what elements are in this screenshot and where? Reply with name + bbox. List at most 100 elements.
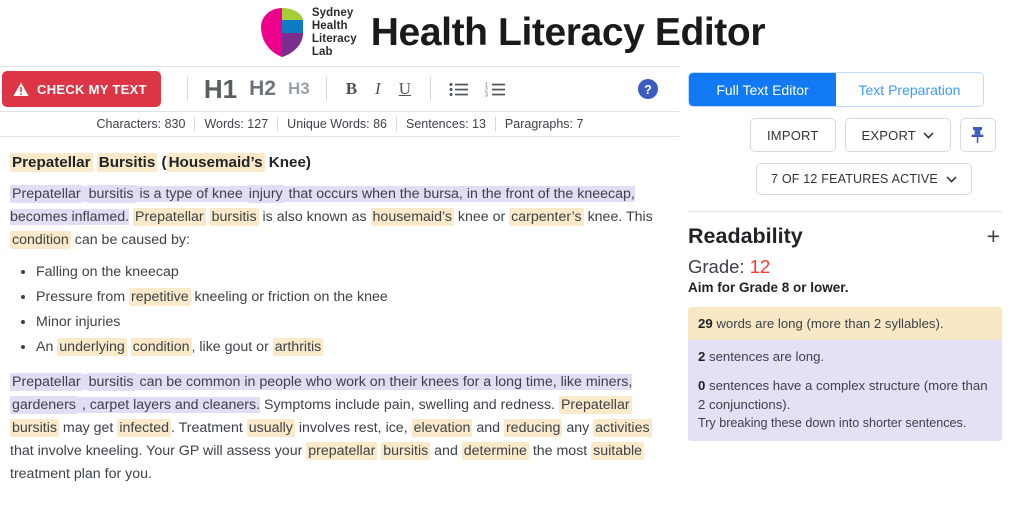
text-run: housemaid’s	[370, 208, 454, 227]
long-sentences-note: 2 sentences are long.	[698, 347, 992, 366]
text-run: (	[157, 154, 167, 171]
text-run: Bursitis	[96, 153, 158, 172]
pin-button[interactable]	[959, 118, 996, 152]
svg-text:3: 3	[485, 92, 488, 97]
complex-sentences-text: sentences have a complex structure (more…	[698, 377, 988, 412]
logo-line-4: Lab	[311, 45, 333, 58]
text-editor-area[interactable]: Prepatellar Bursitis (Housemaid’s Knee) …	[0, 137, 680, 486]
check-my-text-label: CHECK MY TEXT	[37, 81, 147, 97]
logo: Sydney Health Literacy Lab	[259, 6, 357, 60]
text-run: Housemaid’s	[166, 153, 265, 172]
logo-line-3: Literacy	[311, 33, 357, 45]
document-paragraph-2: Prepatellar bursitis can be common in pe…	[10, 371, 664, 486]
document-stats-bar: Characters: 830 Words: 127 Unique Words:…	[0, 112, 680, 137]
text-run: , like gout or	[191, 339, 273, 356]
page-title: Health Literacy Editor	[370, 11, 766, 54]
list-group: 1 2 3	[441, 82, 514, 98]
warning-triangle-icon	[13, 82, 29, 96]
text-run: gardeners	[10, 396, 78, 415]
text-run	[82, 186, 87, 203]
list-item: Falling on the kneecap	[36, 261, 664, 284]
side-panel: Full Text Editor Text Preparation IMPORT…	[680, 66, 1024, 442]
app-header: Sydney Health Literacy Lab Health Litera…	[0, 0, 1024, 66]
stat-sentences: Sentences: 13	[397, 117, 496, 131]
text-run: and	[472, 420, 504, 437]
text-run: bursitis	[86, 373, 136, 392]
text-run: bursitis	[209, 208, 259, 227]
editor-column: CHECK MY TEXT H1 H2 H3 B I U 1 2 3 ? Cha…	[0, 66, 680, 486]
stat-unique-words: Unique Words: 86	[278, 117, 397, 131]
svg-text:?: ?	[644, 83, 652, 97]
text-run: kneeling or friction on the knee	[190, 289, 388, 306]
text-run: arthritis	[272, 338, 324, 357]
text-run: prepatellar	[306, 442, 378, 461]
text-run: determine	[461, 442, 529, 461]
text-run: may get	[58, 420, 118, 437]
features-active-button[interactable]: 7 OF 12 FEATURES ACTIVE	[756, 163, 972, 195]
document-heading: Prepatellar Bursitis (Housemaid’s Knee)	[10, 151, 664, 175]
text-run: any	[562, 420, 594, 437]
sydney-health-literacy-lab-logo-icon	[260, 8, 303, 57]
text-run: injury	[246, 185, 285, 204]
stat-words: Words: 127	[195, 117, 279, 131]
text-run: knee. This	[583, 209, 653, 226]
italic-button[interactable]: I	[366, 79, 390, 99]
import-button[interactable]: IMPORT	[750, 118, 836, 152]
tab-text-preparation[interactable]: Text Preparation	[836, 73, 983, 106]
file-actions-row: IMPORT EXPORT	[688, 118, 1002, 152]
sentence-notes: 2 sentences are long. 0 sentences have a…	[688, 340, 1002, 442]
heading-group: H1 H2 H3	[198, 74, 316, 105]
main-layout: CHECK MY TEXT H1 H2 H3 B I U 1 2 3 ? Cha…	[0, 66, 1024, 486]
toolbar-divider-1	[186, 77, 188, 101]
text-run: treatment plan for you.	[10, 466, 152, 483]
export-button[interactable]: EXPORT	[844, 118, 951, 152]
text-run	[82, 374, 87, 391]
logo-line-1: Sydney	[311, 7, 354, 20]
text-run: Prepatellar	[10, 185, 83, 204]
check-my-text-button[interactable]: CHECK MY TEXT	[2, 71, 161, 107]
toolbar-divider-2	[325, 77, 327, 101]
text-run: underlying	[57, 338, 127, 357]
numbered-list-button[interactable]: 1 2 3	[477, 82, 514, 98]
bullet-list-icon	[449, 82, 468, 96]
heading-2-button[interactable]: H2	[243, 77, 282, 101]
editor-mode-tabs: Full Text Editor Text Preparation	[688, 72, 984, 107]
text-run: that involve kneeling. Your GP will asse…	[10, 443, 307, 460]
format-group: B I U	[337, 79, 420, 99]
readability-expand-button[interactable]: +	[985, 225, 1002, 248]
text-run: Prepatellar	[10, 153, 93, 172]
tab-full-text-editor[interactable]: Full Text Editor	[689, 73, 836, 106]
text-run: activities	[593, 419, 652, 438]
bullet-list-button[interactable]	[441, 82, 477, 97]
long-words-text: words are long (more than 2 syllables).	[712, 316, 944, 331]
text-run: involves rest, ice,	[294, 420, 412, 437]
import-label: IMPORT	[767, 127, 819, 143]
long-words-note: 29 words are long (more than 2 syllables…	[688, 307, 1002, 341]
help-button[interactable]: ?	[638, 79, 658, 99]
heading-1-button[interactable]: H1	[198, 74, 243, 105]
bold-button[interactable]: B	[337, 79, 366, 99]
text-run: the most	[528, 443, 592, 460]
list-item: Pressure from repetitive kneeling or fri…	[36, 286, 664, 309]
underline-button[interactable]: U	[390, 79, 420, 99]
text-run: bursitis	[86, 185, 136, 204]
text-run: suitable	[591, 442, 645, 461]
text-run: can be caused by:	[70, 232, 190, 249]
grade-value: 12	[749, 256, 771, 277]
help-circle-icon: ?	[638, 79, 658, 99]
editor-toolbar: CHECK MY TEXT H1 H2 H3 B I U 1 2 3 ?	[0, 66, 680, 112]
text-run: Knee)	[264, 154, 311, 171]
chevron-down-icon	[946, 175, 957, 183]
text-run: Symptoms include pain, swelling and redn…	[260, 397, 559, 414]
grade-aim-text: Aim for Grade 8 or lower.	[688, 280, 849, 295]
heading-3-button[interactable]: H3	[282, 79, 316, 99]
text-run: Prepatellar	[558, 396, 632, 415]
stat-paragraphs: Paragraphs: 7	[504, 117, 584, 131]
text-run: condition	[10, 231, 71, 250]
readability-title: Readability	[688, 224, 803, 248]
text-run: condition	[130, 338, 192, 357]
numbered-list-icon: 1 2 3	[485, 82, 505, 98]
text-run: repetitive	[129, 288, 191, 307]
text-run: and	[430, 443, 462, 460]
text-run: elevation	[411, 419, 473, 438]
